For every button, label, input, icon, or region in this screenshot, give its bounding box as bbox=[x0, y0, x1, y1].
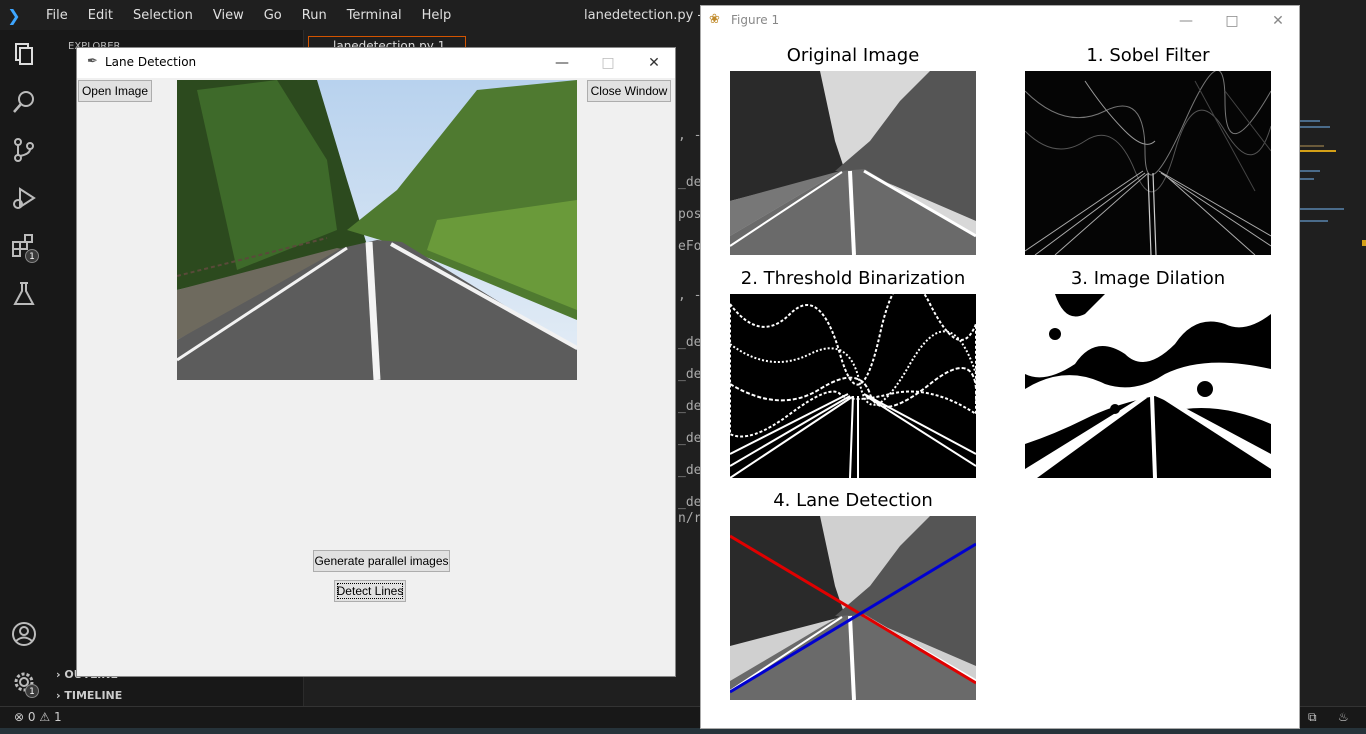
original-grayscale-image bbox=[730, 71, 976, 255]
panel-title-threshold: 2. Threshold Binarization bbox=[740, 268, 966, 289]
panel-title-original: Original Image bbox=[786, 45, 920, 66]
close-window-button[interactable]: Close Window bbox=[587, 80, 671, 102]
search-icon[interactable] bbox=[10, 88, 38, 116]
panel-title-lane: 4. Lane Detection bbox=[773, 490, 933, 511]
image-dilation-image bbox=[1025, 294, 1271, 478]
close-icon[interactable]: ✕ bbox=[1255, 6, 1301, 36]
menu-selection[interactable]: Selection bbox=[123, 8, 203, 23]
open-image-button[interactable]: Open Image bbox=[78, 80, 152, 102]
editor-minimap[interactable] bbox=[1300, 90, 1366, 260]
account-icon[interactable] bbox=[10, 620, 38, 648]
lane-detection-result-image bbox=[730, 516, 976, 700]
menu-help[interactable]: Help bbox=[412, 8, 462, 23]
warning-count: 1 bbox=[53, 710, 62, 724]
menu-file[interactable]: File bbox=[36, 8, 78, 23]
menu-edit[interactable]: Edit bbox=[78, 8, 123, 23]
status-problems[interactable]: ⊗ 0 ⚠ 1 bbox=[14, 710, 62, 724]
minimize-icon[interactable]: — bbox=[539, 48, 585, 78]
settings-badge: 1 bbox=[25, 684, 39, 698]
testing-flask-icon[interactable] bbox=[10, 280, 38, 308]
code-fragment: , - bbox=[678, 288, 702, 303]
menu-bar: File Edit Selection View Go Run Terminal… bbox=[36, 8, 461, 23]
menu-go[interactable]: Go bbox=[254, 8, 292, 23]
generate-parallel-images-button[interactable]: Generate parallel images bbox=[313, 550, 450, 572]
minimize-icon[interactable]: — bbox=[1163, 6, 1209, 36]
timeline-label: TIMELINE bbox=[64, 689, 123, 702]
source-control-icon[interactable] bbox=[10, 136, 38, 164]
vscode-logo-icon: ❯ bbox=[7, 5, 21, 25]
lane-window-titlebar[interactable]: ✒ Lane Detection — □ ✕ bbox=[77, 48, 675, 78]
notifications-bell-icon[interactable]: ♨ bbox=[1338, 710, 1349, 724]
extensions-badge: 1 bbox=[25, 249, 39, 263]
detect-lines-button[interactable]: Detect Lines bbox=[334, 580, 406, 602]
run-debug-icon[interactable] bbox=[10, 184, 38, 212]
menu-run[interactable]: Run bbox=[292, 8, 337, 23]
error-icon: ⊗ bbox=[14, 710, 25, 724]
timeline-section[interactable]: › TIMELINE bbox=[56, 689, 122, 702]
matplotlib-icon: ❀ bbox=[709, 12, 720, 27]
error-count: 0 bbox=[27, 710, 36, 724]
code-fragment: n/r bbox=[678, 511, 702, 526]
remote-icon[interactable]: ⧉ bbox=[1308, 710, 1317, 725]
activity-bar: 1 1 bbox=[0, 30, 48, 706]
loaded-road-image bbox=[177, 80, 577, 380]
warning-icon: ⚠ bbox=[39, 710, 51, 724]
lane-detection-window: ✒ Lane Detection — □ ✕ Open Image Close … bbox=[76, 47, 676, 677]
figure-window-titlebar[interactable]: ❀ Figure 1 — □ ✕ bbox=[701, 6, 1299, 36]
maximize-icon[interactable]: □ bbox=[1209, 6, 1255, 36]
lane-window-title: Lane Detection bbox=[105, 55, 197, 69]
explorer-files-icon[interactable] bbox=[10, 40, 38, 68]
panel-title-dilation: 3. Image Dilation bbox=[1070, 268, 1226, 289]
maximize-icon: □ bbox=[601, 55, 615, 71]
code-fragment: , - bbox=[678, 128, 702, 143]
menu-view[interactable]: View bbox=[203, 8, 254, 23]
feather-icon: ✒ bbox=[87, 54, 98, 69]
sobel-filter-image bbox=[1025, 71, 1271, 255]
panel-title-sobel: 1. Sobel Filter bbox=[1086, 45, 1210, 66]
threshold-binarization-image bbox=[730, 294, 976, 478]
figure-window: ❀ Figure 1 — □ ✕ Original Image 1. Sobel… bbox=[700, 5, 1300, 729]
close-icon[interactable]: ✕ bbox=[631, 48, 677, 78]
menu-terminal[interactable]: Terminal bbox=[337, 8, 412, 23]
figure-window-title: Figure 1 bbox=[731, 13, 780, 27]
